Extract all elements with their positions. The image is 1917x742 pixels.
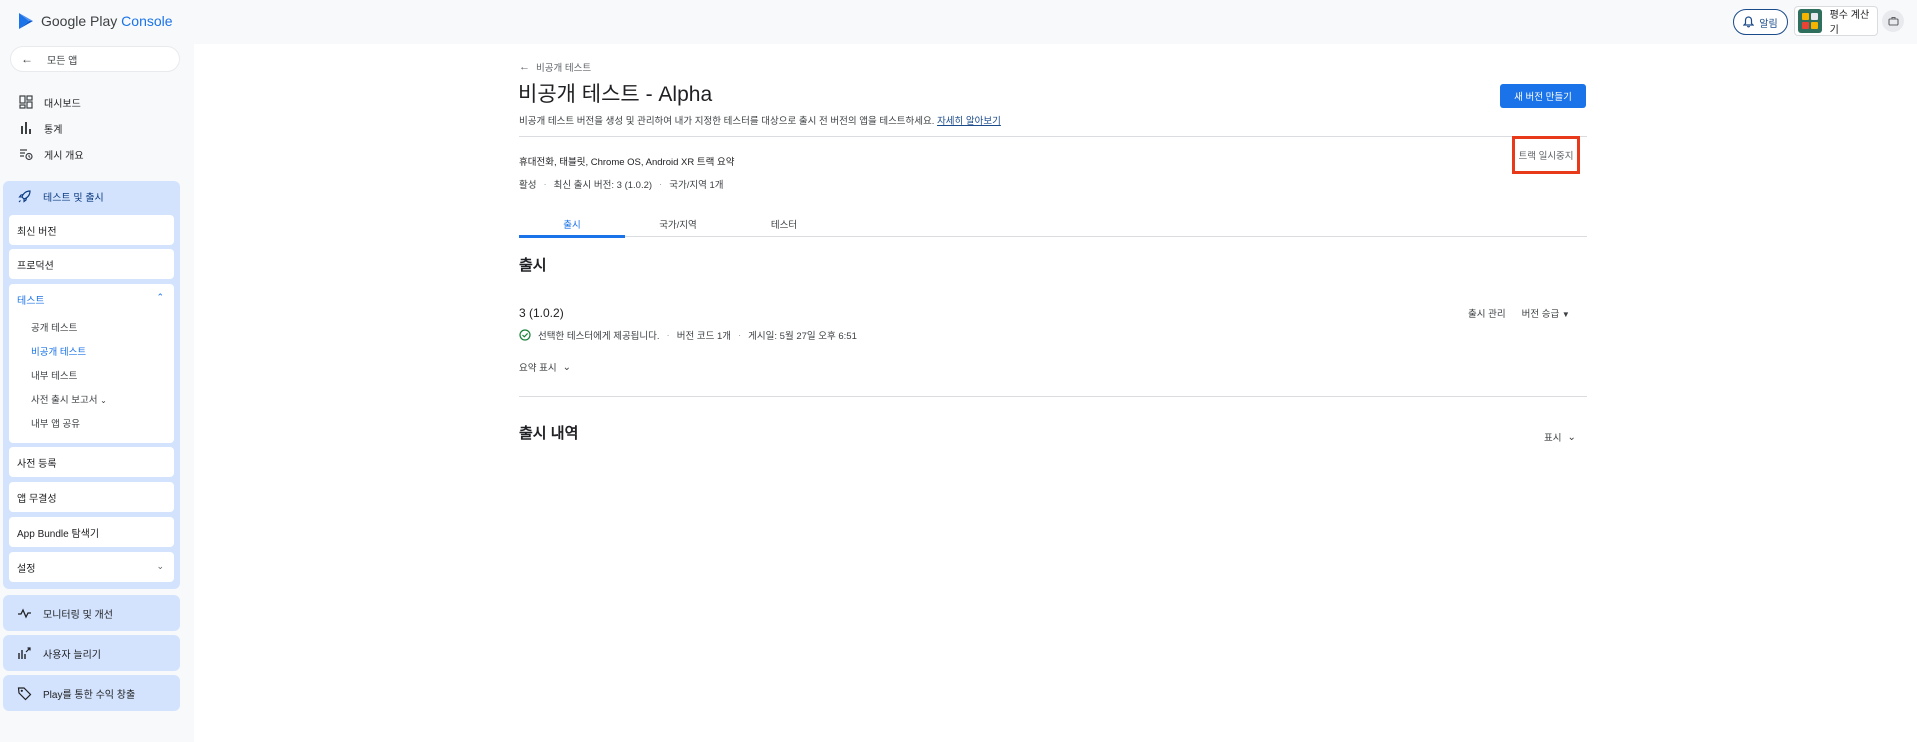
notifications-label: 알림 (1759, 18, 1778, 30)
latest-release-info: 최신 출시 버전: 3 (1.0.2) (553, 180, 653, 191)
app-name: 평수 계산기 (1829, 10, 1870, 36)
sidebar-group-header[interactable]: 테스트 및 출시 (3, 181, 180, 211)
all-apps-label: 모든 앱 (47, 55, 78, 67)
all-apps-button[interactable]: ← 모든 앱 (10, 46, 180, 72)
app-selector[interactable]: 평수 계산기 (1794, 6, 1878, 36)
learn-more-link[interactable]: 자세히 알아보기 (937, 116, 1001, 127)
briefcase-icon (1887, 16, 1899, 26)
track-status-row: 활성 · 최신 출시 버전: 3 (1.0.2) · 국가/지역 1개 (519, 178, 724, 192)
version-code-count: 버전 코드 1개 (676, 331, 731, 342)
dropdown-arrow-icon: ▼ (1561, 310, 1570, 319)
sidebar-item-label: 최신 버전 (17, 226, 57, 238)
logo-text: Google Play Console (41, 13, 173, 29)
show-summary-label: 요약 표시 (519, 363, 557, 374)
sidebar-item-label: 앱 무결성 (17, 493, 57, 505)
rocket-icon (18, 189, 31, 203)
page-description: 비공개 테스트 버전을 생성 및 관리하여 내가 지정한 테스터를 대상으로 출… (519, 116, 1001, 127)
dashboard-icon (19, 95, 33, 109)
play-console-app: Google Play Console 알림 평수 계산기 ← 모든 앱 대시보… (0, 0, 1917, 742)
sidebar-group-monetize[interactable]: Play를 통한 수익 창출 (3, 675, 180, 711)
show-summary-toggle[interactable]: 요약 표시 ⌄ (519, 360, 571, 375)
sidebar-group-monitor-and-improve[interactable]: 모니터링 및 개선 (3, 595, 180, 631)
chevron-down-icon: ⌄ (562, 361, 571, 373)
manage-release-button[interactable]: 출시 관리 (1468, 306, 1506, 320)
tag-icon (17, 686, 32, 700)
arrow-back-icon: ← (21, 52, 33, 66)
app-icon (1798, 9, 1822, 33)
sidebar-testing-section: 테스트 ⌃ 공개 테스트 비공개 테스트 내부 테스트 사전 출시 보고서 ⌄ … (9, 284, 174, 443)
publishing-overview-icon (20, 149, 33, 161)
published-date: 게시일: 5월 27일 오후 6:51 (748, 331, 857, 342)
check-circle-icon (519, 329, 531, 341)
releases-section-title: 출시 (519, 257, 547, 274)
sidebar-item-publishing-overview[interactable]: 게시 개요 (10, 142, 180, 166)
sidebar-group-test-and-release: 테스트 및 출시 최신 버전 프로덕션 테스트 ⌃ 공개 테스트 비공개 테스트… (3, 181, 180, 589)
tab-bar: 출시 국가/지역 테스터 (519, 210, 1587, 238)
sidebar-link-pre-launch-report[interactable]: 사전 출시 보고서 ⌄ (31, 392, 107, 406)
sidebar-item-dashboard[interactable]: 대시보드 (10, 90, 180, 114)
sidebar-item-label: 설정 (17, 563, 36, 575)
release-history-title: 출시 내역 (519, 425, 579, 442)
sidebar-item-testing[interactable]: 테스트 (17, 292, 45, 307)
sidebar-item-statistics[interactable]: 통계 (10, 116, 180, 140)
sidebar-group-grow-users[interactable]: 사용자 늘리기 (3, 635, 180, 671)
sidebar-group-label: Play를 통한 수익 창출 (43, 689, 136, 701)
release-actions: 출시 관리 버전 승급 ▼ (1468, 306, 1570, 320)
main-content: ← 비공개 테스트 비공개 테스트 - Alpha 비공개 테스트 버전을 생성… (194, 44, 1917, 742)
sidebar-item-production[interactable]: 프로덕션 (9, 249, 174, 279)
top-bar: Google Play Console 알림 평수 계산기 (0, 0, 1917, 44)
arrow-back-icon: ← (519, 61, 530, 73)
sidebar-item-label: 대시보드 (44, 98, 81, 110)
sidebar-link-open-testing[interactable]: 공개 테스트 (31, 320, 77, 334)
history-show-label: 표시 (1544, 433, 1562, 444)
sidebar-item-label: 통계 (44, 124, 63, 136)
page-title: 비공개 테스트 - Alpha (518, 83, 713, 106)
chevron-down-icon: ⌄ (100, 396, 107, 405)
sidebar-item-settings[interactable]: 설정 ⌄ (9, 552, 174, 582)
sidebar-item-latest-version[interactable]: 최신 버전 (9, 215, 174, 245)
countries-info: 국가/지역 1개 (669, 180, 724, 191)
release-history-show-toggle[interactable]: 표시 ⌄ (1544, 430, 1576, 445)
sidebar-group-label: 사용자 늘리기 (43, 649, 101, 661)
tab-countries[interactable]: 국가/지역 (625, 210, 731, 237)
chevron-up-icon[interactable]: ⌃ (156, 292, 164, 303)
grow-users-icon (18, 646, 31, 659)
monitor-icon (18, 607, 31, 619)
chevron-down-icon: ⌄ (1567, 431, 1576, 443)
sidebar-item-label: 프로덕션 (17, 260, 54, 272)
promote-release-button[interactable]: 버전 승급 ▼ (1522, 306, 1570, 320)
tab-testers[interactable]: 테스터 (731, 210, 837, 237)
sidebar-item-label: 게시 개요 (44, 150, 84, 162)
sidebar-group-label: 모니터링 및 개선 (43, 609, 113, 621)
bell-icon (1743, 16, 1755, 28)
divider (519, 136, 1587, 137)
create-new-release-button[interactable]: 새 버전 만들기 (1500, 84, 1586, 108)
back-link-label: 비공개 테스트 (536, 63, 592, 74)
release-meta-row: 선택한 테스터에게 제공됩니다. · 버전 코드 1개 · 게시일: 5월 27… (519, 328, 857, 342)
sidebar-link-internal-app-sharing[interactable]: 내부 앱 공유 (31, 416, 80, 430)
sidebar-group-label: 테스트 및 출시 (43, 192, 104, 204)
notifications-button[interactable]: 알림 (1733, 9, 1788, 35)
sidebar: ← 모든 앱 대시보드 통계 게시 개요 테스트 및 출시 최신 버전 프로덕션… (0, 44, 194, 742)
sidebar-item-app-bundle-explorer[interactable]: App Bundle 탐색기 (9, 517, 174, 547)
sidebar-link-closed-testing[interactable]: 비공개 테스트 (31, 344, 86, 358)
chevron-down-icon: ⌄ (156, 561, 164, 571)
sidebar-item-app-integrity[interactable]: 앱 무결성 (9, 482, 174, 512)
bar-chart-icon (21, 122, 31, 134)
back-to-closed-testing-link[interactable]: ← 비공개 테스트 (519, 60, 591, 74)
release-name: 3 (1.0.2) (519, 306, 564, 320)
google-play-console-logo[interactable]: Google Play Console (18, 12, 173, 30)
tab-releases[interactable]: 출시 (519, 210, 625, 238)
sidebar-item-label: App Bundle 탐색기 (17, 528, 100, 540)
sidebar-link-internal-testing[interactable]: 내부 테스트 (31, 368, 77, 382)
help-button[interactable] (1882, 10, 1904, 32)
divider (519, 396, 1587, 397)
play-logo-icon (19, 13, 33, 29)
release-availability: 선택한 테스터에게 제공됩니다. (538, 331, 660, 342)
sidebar-item-label: 사전 등록 (17, 458, 57, 470)
pause-track-button[interactable]: 트랙 일시중지 (1512, 136, 1580, 174)
track-summary-heading: 휴대전화, 태블릿, Chrome OS, Android XR 트랙 요약 (519, 157, 735, 168)
sidebar-item-pre-registration[interactable]: 사전 등록 (9, 447, 174, 477)
status-badge: 활성 (519, 180, 537, 191)
